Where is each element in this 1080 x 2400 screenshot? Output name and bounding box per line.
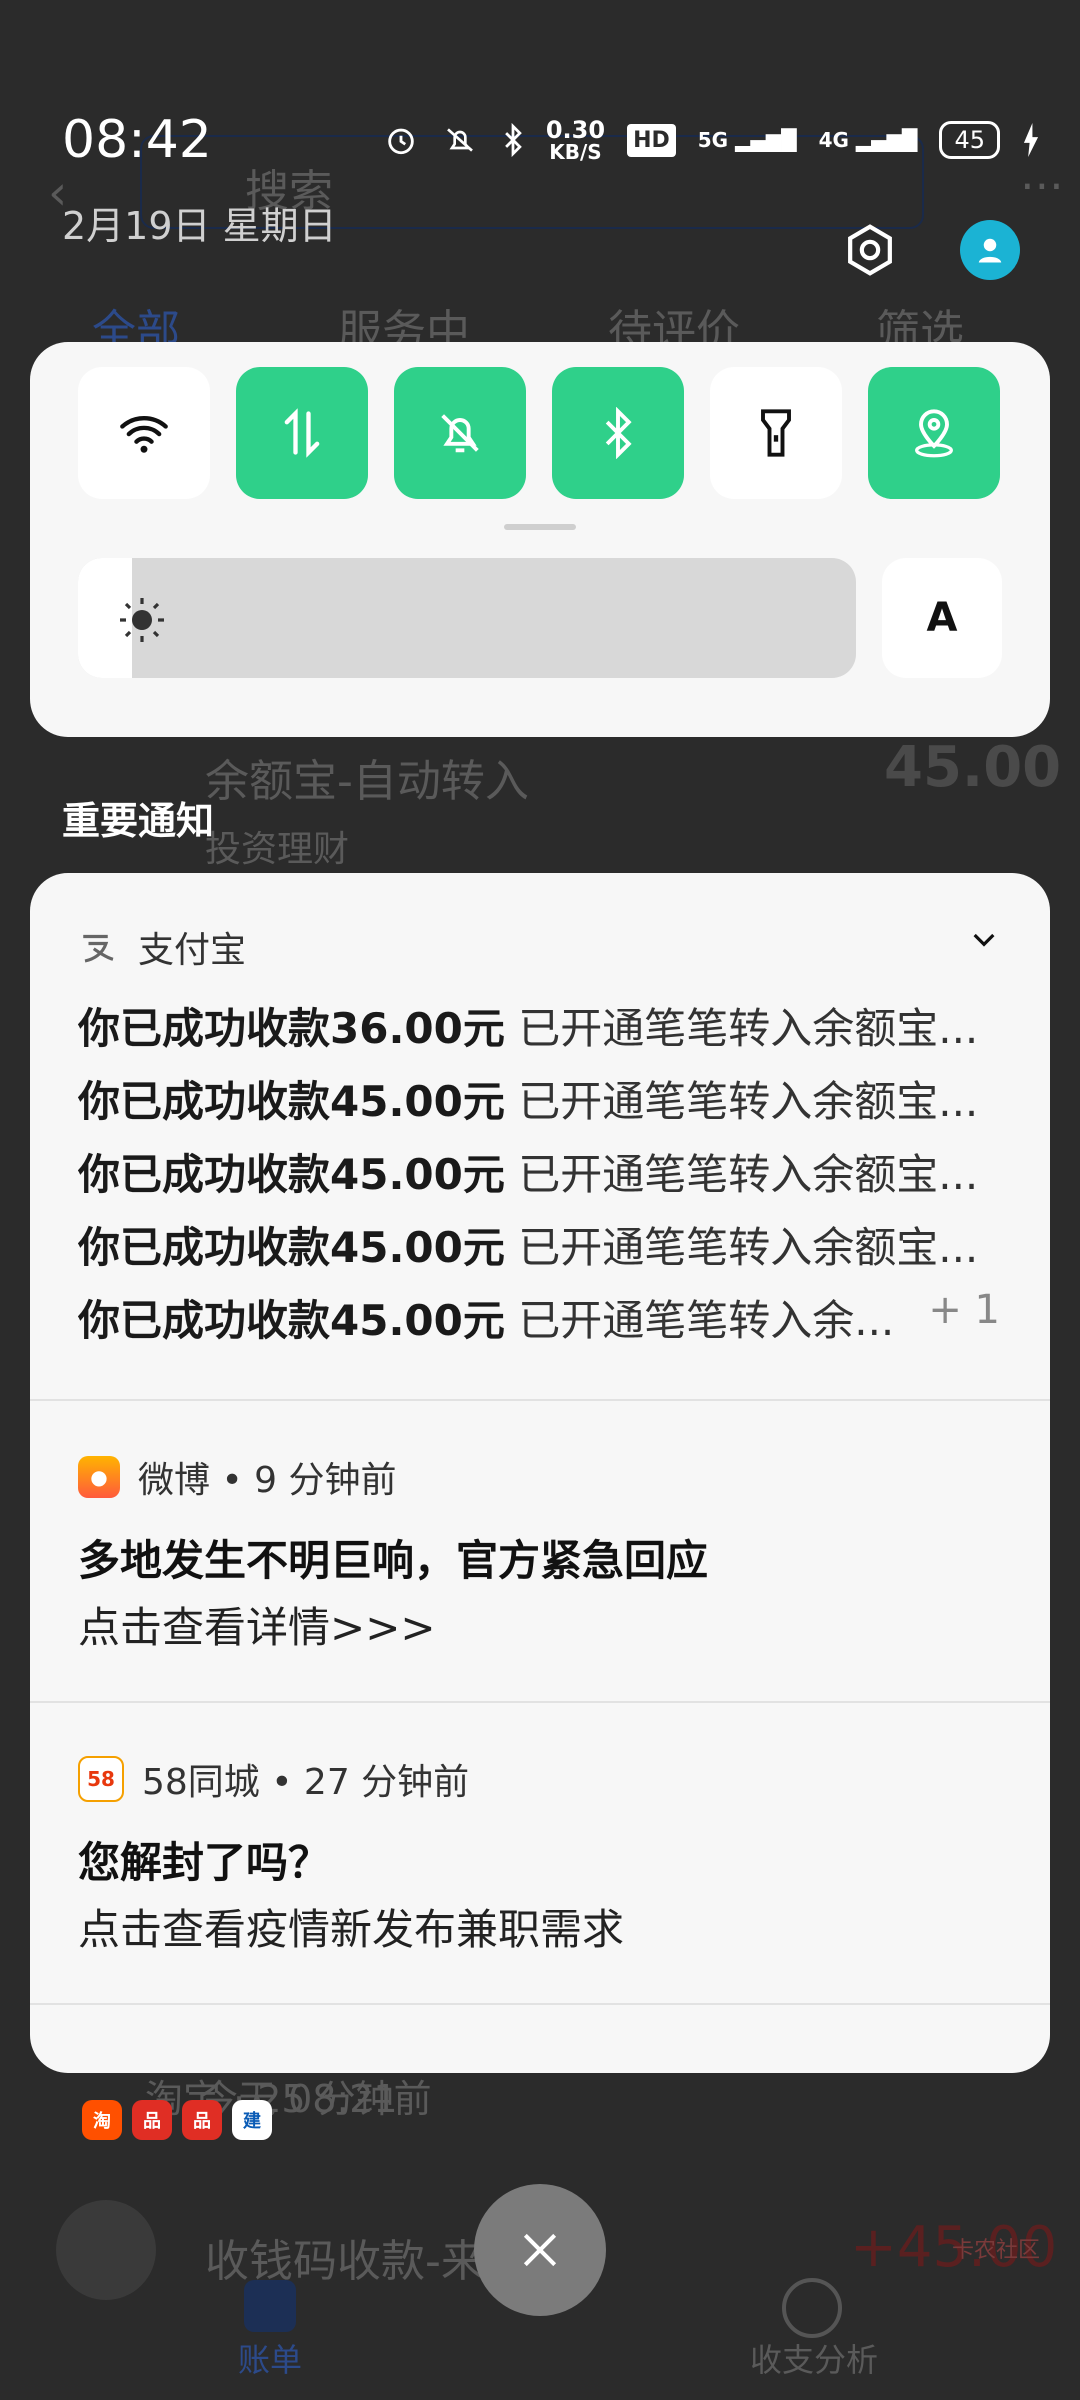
wifi-tile[interactable] bbox=[78, 367, 210, 499]
net-speed: 0.30 KB/S bbox=[545, 116, 606, 164]
collapsed-app-icons[interactable]: 淘 品 品 建 bbox=[82, 2100, 272, 2140]
weibo-app-line: 微博 • 9 分钟前 bbox=[138, 1460, 397, 1501]
pinduoduo-mini-icon: 品 bbox=[132, 2100, 172, 2140]
alipay-header: 支付宝 bbox=[78, 921, 246, 973]
expand-chevron-icon[interactable] bbox=[968, 923, 1000, 955]
tongcheng-header: 58 58同城 • 27 分钟前 bbox=[78, 1753, 469, 1805]
clear-notifications-button[interactable] bbox=[474, 2184, 606, 2316]
hd-badge: HD bbox=[627, 123, 676, 157]
tongcheng-app-icon: 58 bbox=[78, 1756, 124, 1802]
tongcheng-app-line: 58同城 • 27 分钟前 bbox=[142, 1762, 470, 1803]
taobao-mini-icon: 淘 bbox=[82, 2100, 122, 2140]
alipay-icon bbox=[83, 934, 114, 963]
more-count: + 1 bbox=[928, 1287, 1000, 1333]
wifi-icon bbox=[120, 416, 168, 453]
bg-nav-analysis: 收支分析 bbox=[750, 2341, 879, 2379]
weibo-notification[interactable]: ● 微博 • 9 分钟前 多地发生不明巨响，官方紧急回应 点击查看详情>>> bbox=[30, 1401, 1050, 1703]
weibo-header: ● 微博 • 9 分钟前 bbox=[78, 1451, 396, 1503]
status-time: 08:42 bbox=[62, 110, 212, 170]
close-icon bbox=[523, 2233, 557, 2267]
battery-icon: 45 bbox=[939, 121, 1000, 159]
pinduoduo-mini-icon: 品 bbox=[182, 2100, 222, 2140]
status-icons: 0.30 KB/S HD 5G ▂▄▆█ 4G ▂▄▆█ 45 bbox=[384, 118, 1040, 162]
alipay-line: 你已成功收款45.00元 已开通笔笔转入余... bbox=[78, 1296, 895, 1345]
settings-icon[interactable] bbox=[840, 220, 900, 280]
location-icon bbox=[915, 409, 953, 458]
user-avatar-icon[interactable] bbox=[960, 220, 1020, 280]
bg-row-title: 余额宝-自动转入 bbox=[205, 756, 529, 807]
alipay-notification[interactable]: 支付宝 你已成功收款36.00元 已开通笔笔转入余额宝... 你已成功收款45.… bbox=[30, 873, 1050, 1401]
flashlight-icon bbox=[761, 409, 791, 457]
ccb-mini-icon: 建 bbox=[232, 2100, 272, 2140]
weibo-body: 点击查看详情>>> bbox=[78, 1603, 436, 1652]
alipay-line: 你已成功收款45.00元 已开通笔笔转入余额宝... bbox=[78, 1077, 979, 1126]
alarm-icon bbox=[388, 128, 414, 155]
quick-settings-panel: A bbox=[30, 342, 1050, 737]
bg-analysis-icon bbox=[782, 2278, 842, 2338]
tongcheng-title: 您解封了吗？ bbox=[78, 1838, 331, 1887]
mute-bell-icon bbox=[446, 128, 473, 152]
watermark: 卡农社区 bbox=[951, 2238, 1040, 2263]
alipay-line: 你已成功收款36.00元 已开通笔笔转入余额宝... bbox=[78, 1004, 979, 1053]
bluetooth-tile-icon bbox=[605, 407, 632, 459]
bg-bill-icon bbox=[244, 2280, 296, 2332]
alipay-line: 你已成功收款45.00元 已开通笔笔转入余额宝... bbox=[78, 1223, 979, 1272]
bg-nav-bill: 账单 bbox=[238, 2341, 303, 2379]
bg-row-amount: 45.00 bbox=[884, 735, 1062, 800]
location-tile[interactable] bbox=[868, 367, 1000, 499]
bg-row-sub: 投资理财 bbox=[205, 829, 350, 870]
silent-tile[interactable] bbox=[394, 367, 526, 499]
weibo-app-icon: ● bbox=[78, 1456, 120, 1498]
bluetooth-tile[interactable] bbox=[552, 367, 684, 499]
signal-4g-icon: 4G ▂▄▆█ bbox=[818, 128, 918, 152]
bell-off-icon bbox=[441, 414, 479, 453]
data-arrows-icon bbox=[284, 408, 320, 458]
tongcheng-body: 点击查看疫情新发布兼职需求 bbox=[78, 1905, 625, 1954]
notifications-card: 支付宝 你已成功收款36.00元 已开通笔笔转入余额宝... 你已成功收款45.… bbox=[30, 873, 1050, 2073]
quick-tiles bbox=[78, 367, 1000, 499]
brightness-slider[interactable] bbox=[78, 558, 856, 678]
signal-5g-icon: 5G ▂▄▆█ bbox=[697, 128, 797, 152]
charging-icon bbox=[1023, 123, 1039, 157]
shade-top-icons bbox=[840, 220, 1020, 280]
auto-brightness-button[interactable]: A bbox=[882, 558, 1002, 678]
bluetooth-icon bbox=[505, 123, 522, 157]
status-date: 2月19日 星期日 bbox=[62, 204, 337, 248]
sun-icon bbox=[120, 598, 164, 642]
section-title: 重要通知 bbox=[62, 799, 215, 843]
alipay-line: 你已成功收款45.00元 已开通笔笔转入余额宝... bbox=[78, 1150, 979, 1199]
divider bbox=[30, 2003, 1050, 2005]
mobile-data-tile[interactable] bbox=[236, 367, 368, 499]
weibo-title: 多地发生不明巨响，官方紧急回应 bbox=[78, 1536, 709, 1585]
alipay-app-name: 支付宝 bbox=[138, 930, 247, 971]
flashlight-tile[interactable] bbox=[710, 367, 842, 499]
panel-drag-handle[interactable] bbox=[504, 524, 576, 530]
bg-more-icon: ⋯ bbox=[1020, 160, 1064, 211]
tongcheng-notification[interactable]: 58 58同城 • 27 分钟前 您解封了吗？ 点击查看疫情新发布兼职需求 bbox=[30, 1703, 1050, 2005]
bg-avatar bbox=[56, 2200, 156, 2300]
